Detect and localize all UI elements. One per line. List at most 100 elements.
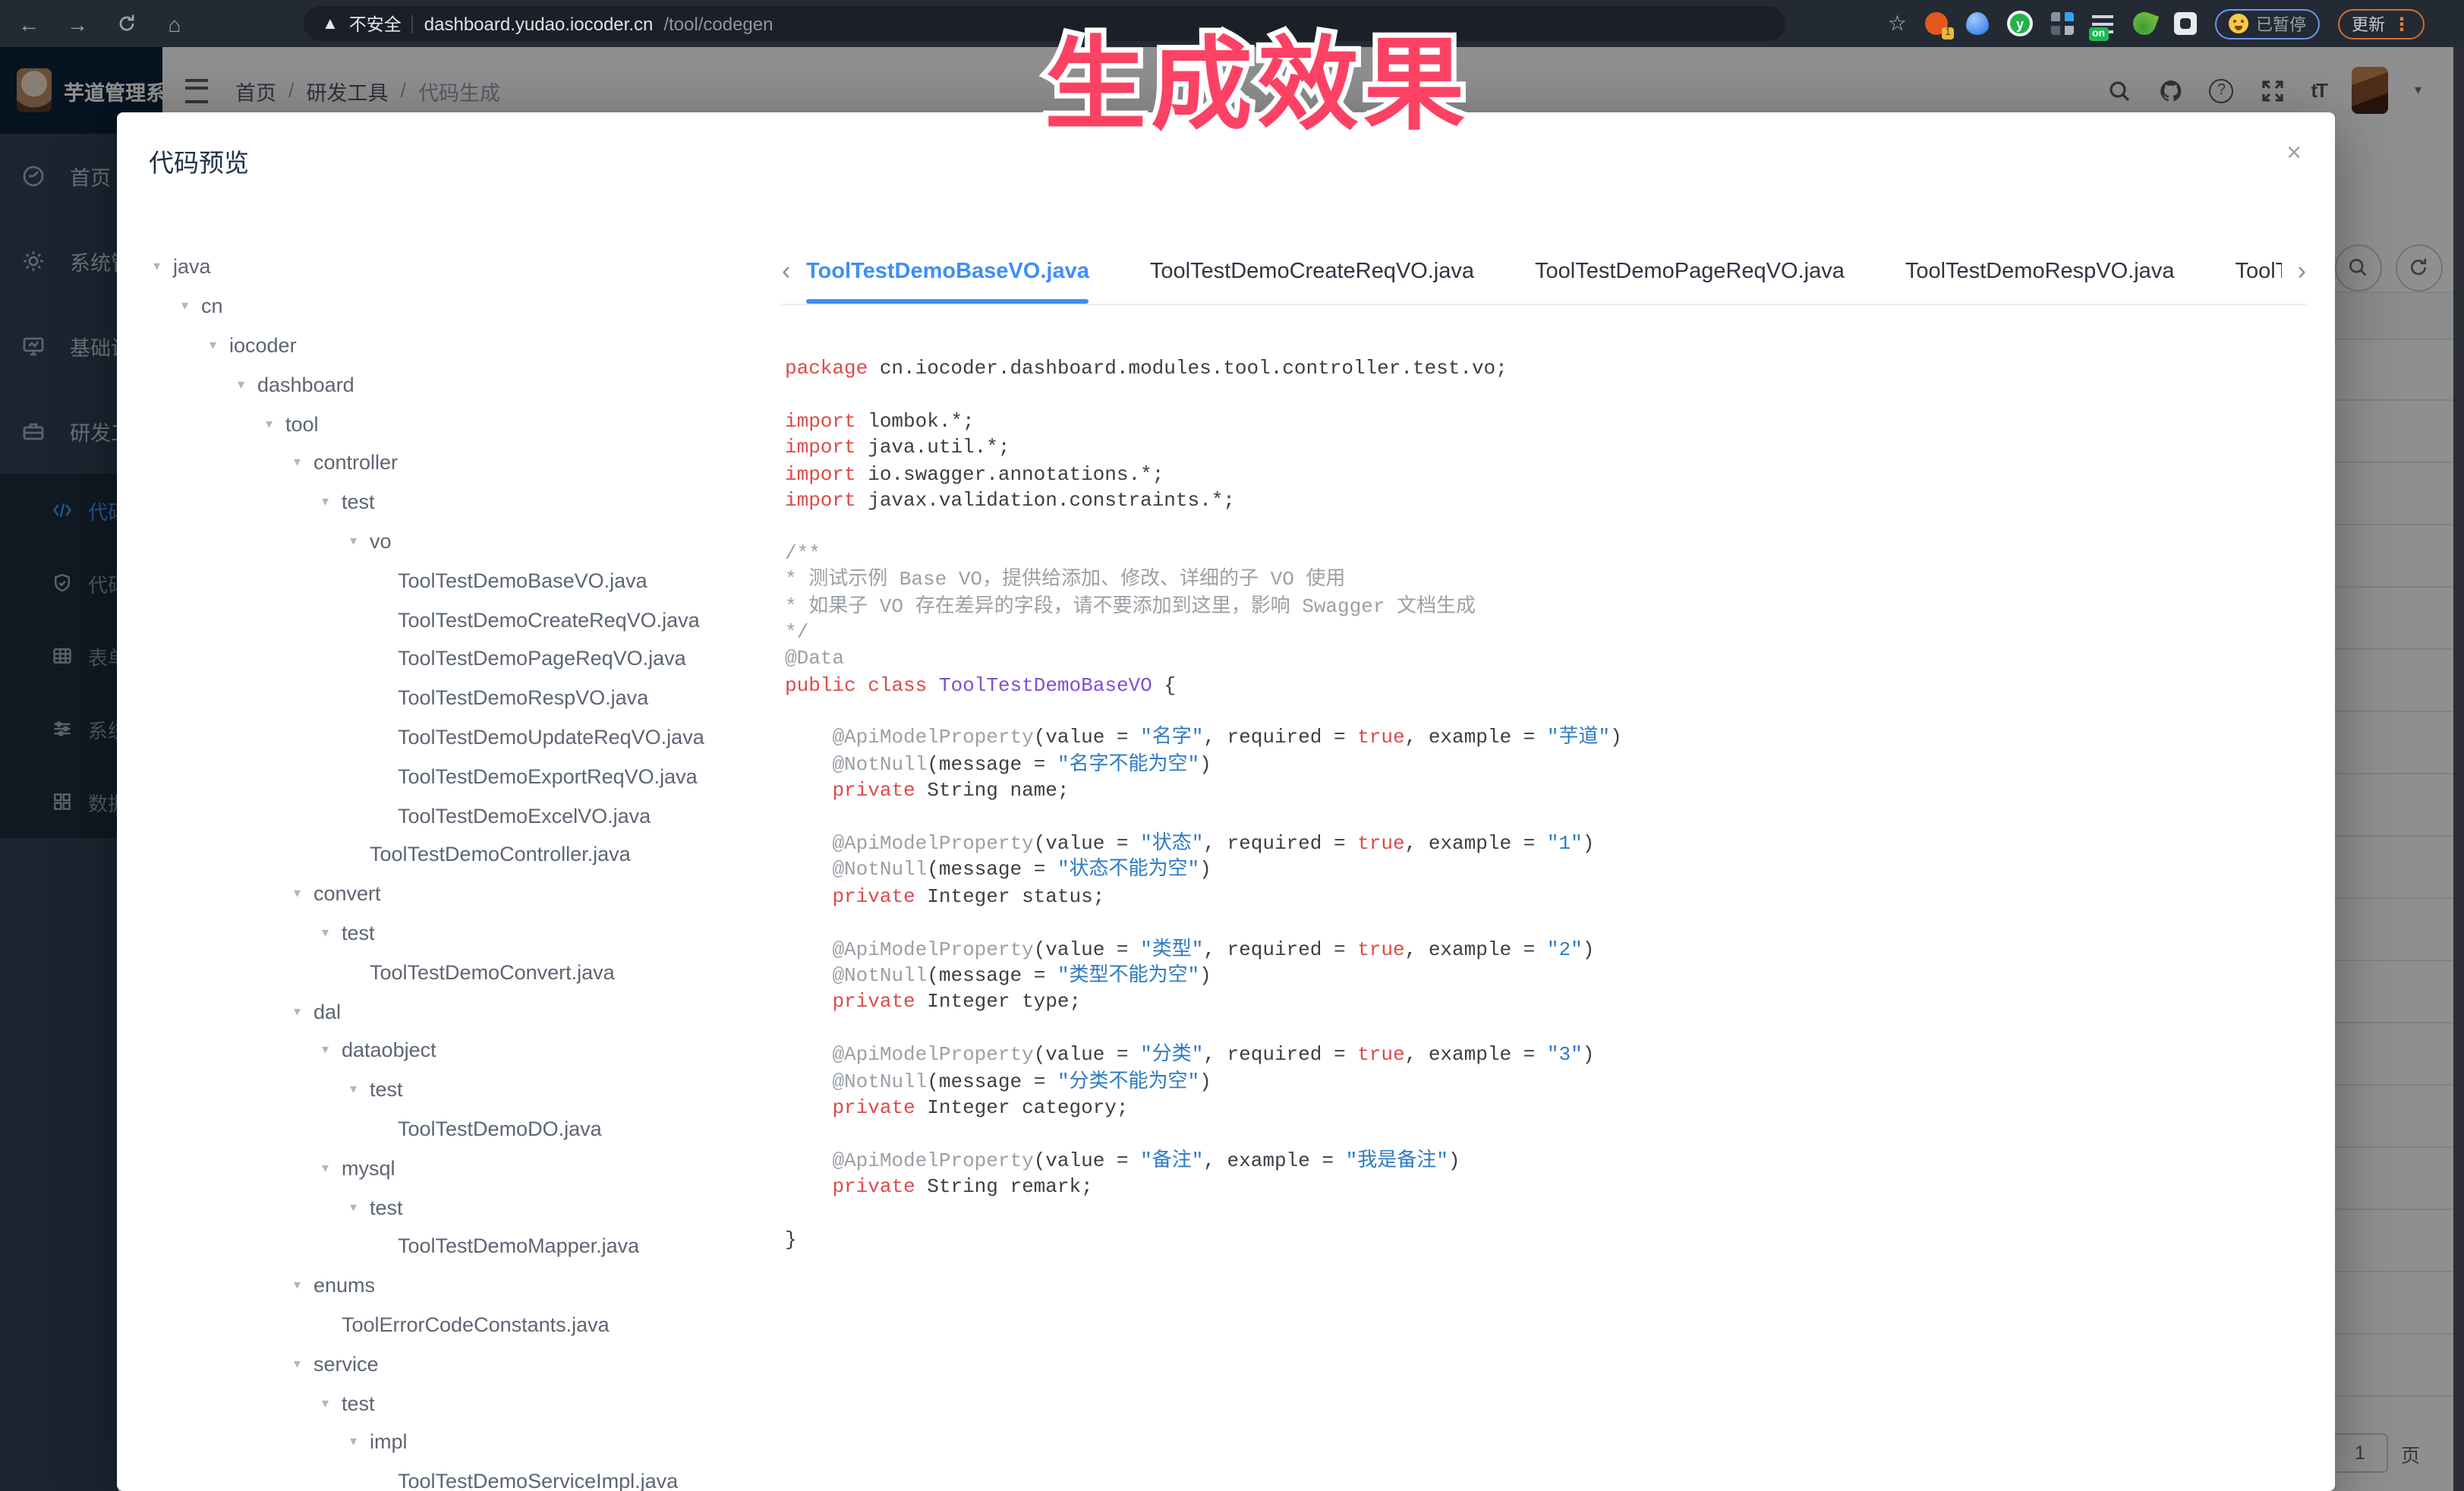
code-preview-dialog: 代码预览 × ▾java▾cn▾iocoder▾dashboard▾tool▾c…: [117, 112, 2335, 1491]
tree-file[interactable]: ToolTestDemoBaseVO.java: [153, 561, 761, 600]
tree-folder[interactable]: ▾test: [153, 483, 761, 522]
tree-file[interactable]: ToolTestDemoRespVO.java: [153, 679, 761, 718]
tree-file[interactable]: ToolTestDemoPageReqVO.java: [153, 639, 761, 679]
caret-down-icon[interactable]: ▾: [350, 1199, 370, 1215]
extension-list-icon[interactable]: on: [2092, 12, 2115, 35]
caret-down-icon[interactable]: ▾: [322, 1042, 342, 1059]
code-line: */: [785, 619, 2308, 646]
code-block: package cn.iocoder.dashboard.modules.too…: [785, 355, 2308, 1491]
tree-folder[interactable]: ▾dataobject: [153, 1031, 761, 1070]
tree-folder[interactable]: ▾iocoder: [153, 326, 761, 365]
tree-folder[interactable]: ▾service: [153, 1344, 761, 1384]
tree-node-label: ToolTestDemoMapper.java: [398, 1235, 639, 1258]
tree-node-label: java: [173, 256, 211, 279]
caret-down-icon[interactable]: ▾: [294, 455, 314, 471]
tree-node-label: controller: [314, 452, 398, 474]
tree-folder[interactable]: ▾controller: [153, 443, 761, 483]
tree-folder[interactable]: ▾dashboard: [153, 365, 761, 405]
caret-down-icon[interactable]: ▾: [350, 1081, 370, 1098]
caret-down-icon[interactable]: ▾: [210, 337, 229, 354]
caret-down-icon[interactable]: ▾: [322, 1159, 342, 1176]
tree-folder[interactable]: ▾impl: [153, 1423, 761, 1462]
caret-down-icon[interactable]: ▾: [322, 493, 342, 510]
caret-down-icon[interactable]: ▾: [294, 885, 314, 902]
bookmark-star-icon[interactable]: ☆: [1888, 11, 1907, 36]
caret-down-icon[interactable]: ▾: [294, 1003, 314, 1020]
tree-folder[interactable]: ▾dal: [153, 991, 761, 1031]
code-line: public class ToolTestDemoBaseVO {: [785, 672, 2308, 698]
tree-folder[interactable]: ▾test: [153, 1187, 761, 1227]
tree-file[interactable]: ToolTestDemoController.java: [153, 835, 761, 875]
tree-folder[interactable]: ▾vo: [153, 522, 761, 561]
kebab-menu-icon[interactable]: ⋮: [2393, 13, 2411, 34]
file-tab-ToolTestDemoPageReqVO.java[interactable]: ToolTestDemoPageReqVO.java: [1535, 240, 1845, 304]
caret-down-icon[interactable]: ▾: [181, 298, 201, 314]
caret-down-icon[interactable]: ▾: [322, 1395, 342, 1411]
file-tab-ToolTestDemoRespVO.java[interactable]: ToolTestDemoRespVO.java: [1905, 240, 2175, 304]
caret-down-icon[interactable]: ▾: [294, 1355, 314, 1372]
extensions-puzzle-icon[interactable]: [2174, 12, 2197, 35]
tree-file[interactable]: ToolTestDemoUpdateReqVO.java: [153, 717, 761, 757]
tree-file[interactable]: ToolTestDemoServiceImpl.java: [153, 1461, 761, 1491]
profile-paused-badge[interactable]: 已暂停: [2215, 8, 2320, 39]
security-label[interactable]: 不安全: [349, 11, 402, 36]
extension-y-icon[interactable]: y: [2007, 11, 2033, 36]
caret-down-icon[interactable]: ▾: [322, 925, 342, 941]
code-line: @NotNull(message = "状态不能为空"): [785, 857, 2308, 884]
forward-icon[interactable]: →: [64, 10, 91, 37]
caret-down-icon[interactable]: ▾: [350, 533, 370, 550]
tabs-scroll-left-icon[interactable]: ‹: [782, 240, 806, 304]
tree-file[interactable]: ToolTestDemoExcelVO.java: [153, 796, 761, 835]
reload-icon[interactable]: [112, 10, 140, 37]
tree-folder[interactable]: ▾tool: [153, 404, 761, 443]
caret-down-icon[interactable]: ▾: [238, 377, 257, 393]
caret-down-icon[interactable]: ▾: [153, 259, 173, 276]
tree-file[interactable]: ToolErrorCodeConstants.java: [153, 1305, 761, 1344]
extension-ubuntu-icon[interactable]: 1: [1925, 12, 1948, 35]
profile-avatar-emoji: [2229, 14, 2248, 33]
code-line: package cn.iocoder.dashboard.modules.too…: [785, 355, 2308, 382]
caret-down-icon[interactable]: ▾: [294, 1277, 314, 1294]
code-line: @Data: [785, 646, 2308, 673]
tree-file[interactable]: ToolTestDemoMapper.java: [153, 1227, 761, 1266]
tree-folder[interactable]: ▾test: [153, 1383, 761, 1423]
url-path: /tool/codegen: [663, 13, 773, 34]
tree-node-label: ToolTestDemoServiceImpl.java: [398, 1470, 678, 1491]
file-tab-ToolTestDemoCreateReqVO.java[interactable]: ToolTestDemoCreateReqVO.java: [1150, 240, 1474, 304]
browser-nav: ← → ⌂: [15, 0, 188, 47]
close-icon[interactable]: ×: [2286, 140, 2302, 165]
file-tab-ToolTestDemoBaseVO.java[interactable]: ToolTestDemoBaseVO.java: [806, 240, 1089, 304]
code-line: /**: [785, 540, 2308, 566]
extension-plant-icon[interactable]: [2130, 9, 2159, 38]
tree-file[interactable]: ToolTestDemoExportReqVO.java: [153, 757, 761, 796]
file-tab-ToolTe[interactable]: ToolTe: [2235, 240, 2282, 304]
caret-down-icon[interactable]: ▾: [266, 415, 285, 432]
tree-node-label: dashboard: [257, 374, 354, 396]
tree-node-label: impl: [370, 1431, 408, 1454]
code-line: @ApiModelProperty(value = "状态", required…: [785, 831, 2308, 857]
chrome-update-button[interactable]: 更新 ⋮: [2338, 8, 2425, 39]
code-line: [785, 1016, 2308, 1042]
tree-file[interactable]: ToolTestDemoDO.java: [153, 1109, 761, 1149]
tree-folder[interactable]: ▾test: [153, 1070, 761, 1109]
tree-file[interactable]: ToolTestDemoCreateReqVO.java: [153, 600, 761, 639]
tree-node-label: test: [370, 1078, 403, 1101]
tabs-scroll-right-icon[interactable]: ›: [2282, 240, 2306, 304]
tree-folder[interactable]: ▾mysql: [153, 1149, 761, 1188]
tree-folder[interactable]: ▾test: [153, 913, 761, 953]
tree-folder[interactable]: ▾cn: [153, 287, 761, 326]
extension-grid-icon[interactable]: [2051, 12, 2074, 35]
tree-folder[interactable]: ▾java: [153, 247, 761, 287]
tree-folder[interactable]: ▾convert: [153, 875, 761, 914]
caret-down-icon[interactable]: ▾: [350, 1434, 370, 1451]
extension-badge: 1: [1942, 27, 1954, 39]
tree-node-label: test: [342, 1392, 375, 1414]
code-line: [785, 804, 2308, 831]
tree-node-label: mysql: [342, 1156, 395, 1179]
extension-drop-icon[interactable]: [1966, 12, 1989, 35]
tree-folder[interactable]: ▾enums: [153, 1266, 761, 1305]
home-icon[interactable]: ⌂: [161, 10, 188, 37]
tree-file[interactable]: ToolTestDemoConvert.java: [153, 953, 761, 992]
back-icon[interactable]: ←: [15, 10, 43, 37]
browser-toolbar-right: ☆ 1 y on 已暂停 更新 ⋮: [1888, 0, 2425, 47]
